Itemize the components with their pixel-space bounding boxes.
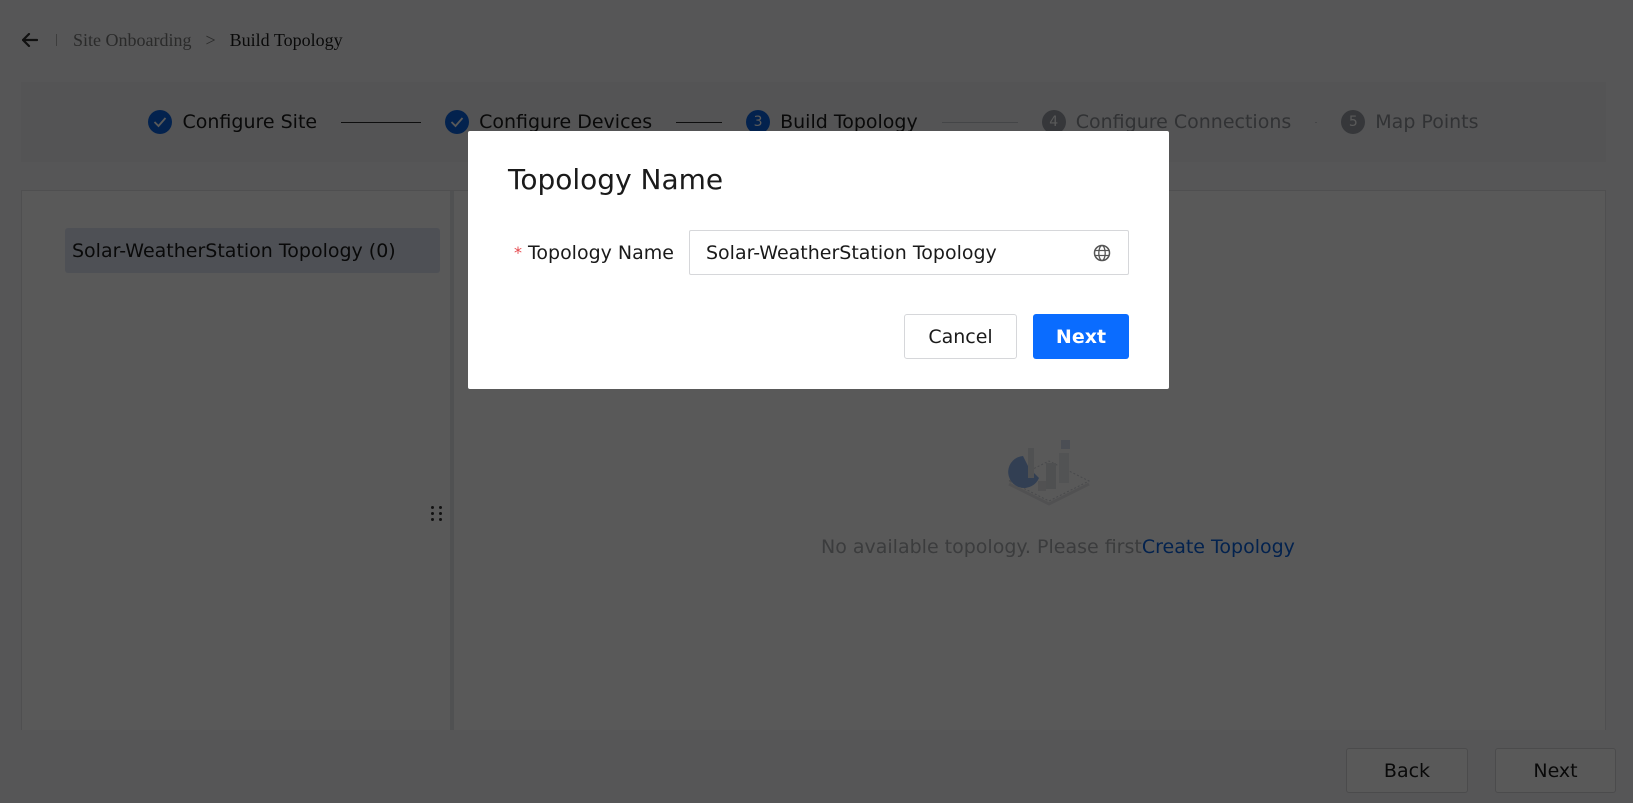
modal-overlay[interactable] <box>0 0 1633 803</box>
dialog-next-button[interactable]: Next <box>1033 314 1129 359</box>
globe-icon[interactable] <box>1092 243 1112 263</box>
cancel-button[interactable]: Cancel <box>904 314 1017 359</box>
dialog-title: Topology Name <box>508 163 724 196</box>
topology-name-form-row: * Topology Name <box>514 230 674 275</box>
topology-name-label: Topology Name <box>528 241 674 264</box>
topology-name-dialog: Topology Name * Topology Name Cancel Nex… <box>468 131 1169 389</box>
topology-name-field <box>689 230 1129 275</box>
required-mark: * <box>514 243 522 262</box>
topology-name-input[interactable] <box>706 241 1092 264</box>
